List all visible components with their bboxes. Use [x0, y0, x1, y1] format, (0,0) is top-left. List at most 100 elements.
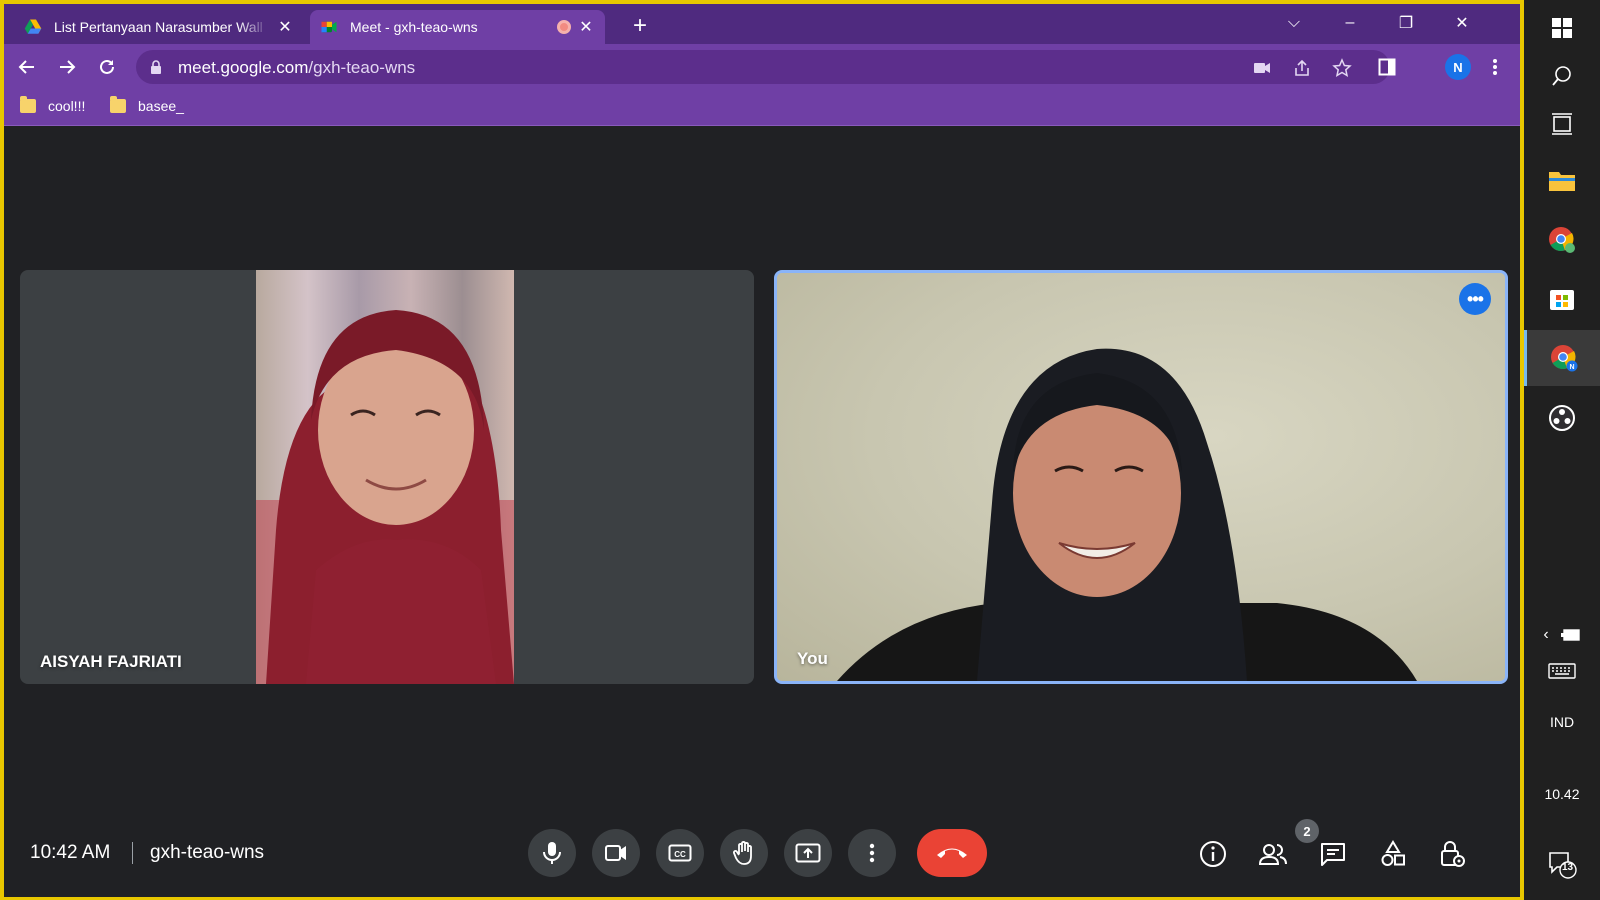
- bookmark-folder-basee[interactable]: basee_: [110, 96, 184, 114]
- search-icon: [1552, 66, 1571, 86]
- browser-window: List Pertanyaan Narasumber Wall ✕ Meet -…: [4, 4, 1520, 897]
- bookmark-label: cool!!!: [48, 98, 86, 114]
- file-explorer-button[interactable]: [1524, 152, 1600, 208]
- tab-drive-doc[interactable]: List Pertanyaan Narasumber Wall ✕: [14, 10, 304, 44]
- camera-in-use-icon[interactable]: [1250, 56, 1274, 80]
- video-camera-icon: [605, 845, 626, 861]
- microsoft-store-button[interactable]: [1524, 270, 1600, 326]
- chat-button[interactable]: [1316, 837, 1350, 871]
- url-text: meet.google.com/gxh-teao-wns: [178, 58, 416, 77]
- present-screen-button[interactable]: [784, 829, 832, 877]
- tab-strip: List Pertanyaan Narasumber Wall ✕ Meet -…: [4, 4, 1520, 44]
- lock-icon: [151, 60, 161, 74]
- chrome-icon: [1549, 227, 1575, 253]
- side-panel-icon: [1378, 58, 1396, 76]
- info-icon: [1200, 841, 1226, 867]
- leave-call-button[interactable]: [917, 829, 987, 877]
- camera-button[interactable]: [592, 829, 640, 877]
- people-icon: [1258, 844, 1287, 865]
- more-options-button[interactable]: •••: [1459, 283, 1491, 315]
- bookmarks-bar: cool!!! basee_: [4, 90, 1520, 126]
- meeting-code: gxh-teao-wns: [150, 842, 265, 863]
- bookmark-label: basee_: [138, 98, 184, 114]
- svg-text:CC: CC: [674, 850, 686, 859]
- obs-studio-icon: [1549, 405, 1575, 431]
- touch-keyboard-button[interactable]: [1524, 656, 1600, 686]
- obs-studio-button[interactable]: [1524, 390, 1600, 446]
- address-bar[interactable]: meet.google.com/gxh-teao-wns: [136, 50, 1390, 84]
- notification-count: 13: [1562, 862, 1574, 873]
- share-icon[interactable]: [1290, 56, 1314, 80]
- close-tab-icon[interactable]: ✕: [276, 18, 294, 36]
- self-video: [777, 273, 1505, 681]
- microphone-icon: [543, 842, 561, 864]
- task-view-button[interactable]: [1524, 96, 1600, 152]
- keyboard-icon: [1548, 663, 1576, 679]
- meeting-details-button[interactable]: [1196, 837, 1230, 871]
- google-drive-icon: [24, 19, 42, 34]
- task-view-icon: [1552, 113, 1572, 135]
- close-window-button[interactable]: ✕: [1442, 8, 1482, 38]
- taskbar-clock[interactable]: 10.42: [1524, 786, 1600, 802]
- activities-button[interactable]: [1376, 837, 1410, 871]
- chrome-icon: N: [1550, 345, 1577, 372]
- svg-text:N: N: [1569, 364, 1574, 371]
- participant-name: AISYAH FAJRIATI: [40, 652, 182, 671]
- raise-hand-icon: [733, 841, 752, 865]
- input-language-indicator[interactable]: IND: [1524, 714, 1600, 730]
- host-controls-lock-icon: [1441, 841, 1465, 867]
- show-hidden-icons-chevron-icon[interactable]: ‹: [1543, 626, 1548, 644]
- action-center-button[interactable]: 13: [1524, 840, 1600, 890]
- meeting-time: 10:42 AM: [30, 842, 111, 863]
- folder-icon: [110, 96, 126, 113]
- end-call-icon: [937, 848, 967, 858]
- close-tab-icon[interactable]: ✕: [577, 18, 595, 36]
- chrome-profile-n-button[interactable]: N: [1524, 330, 1600, 386]
- participant-video-frame: [256, 310, 514, 684]
- battery-icon[interactable]: [1560, 628, 1581, 642]
- browser-menu-button[interactable]: [1480, 52, 1510, 82]
- windows-taskbar: N ‹ IND 10.42 13: [1524, 0, 1600, 900]
- file-explorer-icon: [1549, 172, 1575, 191]
- tab-meet[interactable]: Meet - gxh-teao-wns ✕: [310, 10, 605, 44]
- arrow-right-icon: [60, 60, 76, 74]
- new-tab-button[interactable]: +: [626, 12, 654, 40]
- forward-button[interactable]: [52, 52, 82, 82]
- self-video-frame: [837, 348, 1417, 681]
- people-button[interactable]: [1256, 837, 1290, 871]
- raise-hand-button[interactable]: [720, 829, 768, 877]
- bookmark-folder-cool[interactable]: cool!!!: [20, 96, 86, 114]
- side-panel-button[interactable]: [1372, 52, 1402, 82]
- self-name: You: [797, 649, 828, 668]
- tray-area: ‹: [1524, 620, 1600, 650]
- kebab-menu-icon: [869, 843, 875, 863]
- recording-indicator-icon: [557, 20, 571, 34]
- chrome-profile-1-button[interactable]: [1524, 212, 1600, 268]
- bookmark-star-icon[interactable]: [1330, 56, 1354, 80]
- browser-toolbar: meet.google.com/gxh-teao-wns N: [4, 44, 1520, 90]
- more-options-menu-button[interactable]: [848, 829, 896, 877]
- microphone-button[interactable]: [528, 829, 576, 877]
- tab-title: List Pertanyaan Narasumber Wall: [54, 19, 263, 35]
- participant-video: [256, 270, 514, 684]
- kebab-menu-icon: [1493, 59, 1497, 75]
- host-controls-button[interactable]: [1436, 837, 1470, 871]
- microsoft-store-icon: [1550, 290, 1574, 310]
- back-button[interactable]: [12, 52, 42, 82]
- restore-button[interactable]: ❐: [1386, 8, 1426, 38]
- minimize-button[interactable]: –: [1330, 8, 1370, 38]
- closed-captions-icon: CC: [668, 844, 692, 862]
- chat-icon: [1321, 843, 1345, 866]
- participant-tile[interactable]: AISYAH FAJRIATI: [20, 270, 754, 684]
- profile-avatar[interactable]: N: [1445, 54, 1471, 80]
- reload-button[interactable]: [92, 52, 122, 82]
- google-meet-icon: [321, 21, 337, 33]
- windows-logo-icon: [1552, 18, 1572, 38]
- activities-shapes-icon: [1381, 840, 1405, 866]
- tab-search-icon[interactable]: ⌵: [1274, 8, 1314, 38]
- captions-button[interactable]: CC: [656, 829, 704, 877]
- self-tile[interactable]: You •••: [774, 270, 1508, 684]
- folder-icon: [20, 96, 36, 113]
- meeting-info-divider: [132, 842, 133, 864]
- arrow-left-icon: [18, 60, 34, 74]
